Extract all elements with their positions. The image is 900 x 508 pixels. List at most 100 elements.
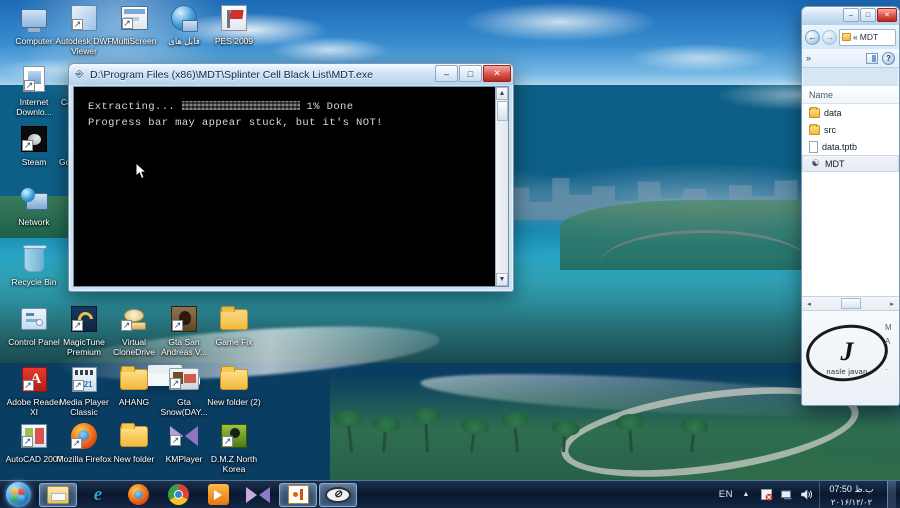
- gtasnow-icon: ↗: [168, 363, 200, 395]
- hscroll-right-button[interactable]: ▸: [886, 298, 898, 310]
- desktop-icon-label: Recycle Bin: [11, 277, 57, 287]
- explorer-horizontal-scrollbar[interactable]: ◂ ▸: [802, 296, 899, 310]
- desktop-icon-pes-2009[interactable]: PES 2009: [203, 2, 265, 46]
- explorer-close-button[interactable]: ✕: [877, 8, 897, 22]
- dwf-icon: ↗: [68, 2, 100, 34]
- clonedrive-icon: ↗: [118, 303, 150, 335]
- desktop-icon-network[interactable]: Network: [3, 183, 65, 227]
- shield-icon[interactable]: [759, 488, 773, 502]
- monitor-icon: [18, 2, 50, 34]
- details-side-text: M A · ·: [885, 321, 897, 377]
- idm-icon: ↗: [18, 63, 50, 95]
- hscroll-thumb[interactable]: [840, 298, 861, 309]
- taskbar-button-internet-explorer[interactable]: e: [79, 483, 117, 507]
- shortcut-arrow-icon: ↗: [24, 80, 35, 91]
- clock-date: ۲۰۱۶/۱۲/۰۲: [830, 496, 873, 507]
- console-minimize-button[interactable]: –: [435, 65, 458, 82]
- file-row[interactable]: data.tptb: [802, 138, 899, 155]
- desktop-icon-d-m-z-north-korea[interactable]: ↗ D.M.Z North Korea: [203, 420, 265, 474]
- taskbar-button-google-chrome[interactable]: [159, 483, 197, 507]
- language-indicator[interactable]: EN: [719, 489, 733, 500]
- chrome-icon: [167, 484, 189, 505]
- console-line-1-prefix: Extracting...: [88, 101, 176, 113]
- console-scroll-down-button[interactable]: ▼: [496, 273, 508, 286]
- mpc-icon: 21 ↗: [68, 363, 100, 395]
- details-side-line-4: ·: [885, 365, 888, 374]
- gtasa-icon: ↗: [168, 303, 200, 335]
- explorer-titlebar[interactable]: – □ ✕: [802, 7, 899, 25]
- network-icon[interactable]: [779, 488, 793, 502]
- console-maximize-button[interactable]: □: [459, 65, 482, 82]
- folder-icon: [218, 303, 250, 335]
- file-row[interactable]: src: [802, 121, 899, 138]
- change-view-icon[interactable]: [866, 52, 878, 64]
- taskbar-button-media-player[interactable]: [199, 483, 237, 507]
- desktop-icon-game-fix[interactable]: Game Fix: [203, 303, 265, 347]
- ie-icon: e: [93, 483, 103, 505]
- forward-button[interactable]: →: [822, 29, 837, 45]
- folder-icon: [809, 123, 820, 135]
- console-window-buttons: – □ ✕: [435, 65, 511, 82]
- explorer-window[interactable]: – □ ✕ ← → « MDT » ? Name data src data.tpt…: [801, 6, 900, 406]
- clock[interactable]: 07:50 ب.ظ ۲۰۱۶/۱۲/۰۲: [819, 481, 877, 508]
- file-name: src: [824, 124, 836, 135]
- taskbar: e ⊘ EN ▲ 07:50 ب.ظ ۲۰۱۶/۱۲/۰۲: [0, 480, 900, 508]
- folder-icon: [809, 106, 820, 118]
- organize-overflow-button[interactable]: »: [806, 53, 811, 63]
- shortcut-arrow-icon: ↗: [72, 320, 83, 331]
- speaker-icon[interactable]: [799, 488, 813, 502]
- recycle-icon: [18, 243, 50, 275]
- system-tray: EN ▲ 07:50 ب.ظ ۲۰۱۶/۱۲/۰۲: [719, 481, 900, 508]
- folder-icon: [218, 363, 250, 395]
- shortcut-arrow-icon: ↗: [71, 438, 82, 449]
- file-name: MDT: [825, 158, 845, 169]
- console-window-title: D:\Program Files (x86)\MDT\Splinter Cell…: [90, 68, 373, 81]
- taskbar-button-nasle-javan-app[interactable]: ⊘: [319, 482, 357, 507]
- console-vertical-scrollbar[interactable]: ▲ ▼: [495, 87, 508, 286]
- magictune-icon: ↗: [68, 303, 100, 335]
- console-window[interactable]: ⎆ D:\Program Files (x86)\MDT\Splinter Ce…: [68, 63, 514, 292]
- taskbar-button-kmplayer[interactable]: [239, 483, 277, 507]
- console-scroll-thumb[interactable]: [497, 101, 508, 121]
- back-button[interactable]: ←: [805, 29, 820, 45]
- autocad-icon: ↗: [18, 420, 50, 452]
- desktop-icon-label: D.M.Z North Korea: [210, 454, 258, 474]
- dmz-icon: ↗: [218, 420, 250, 452]
- console-output-area[interactable]: Extracting... 1% Done Progress bar may a…: [73, 86, 509, 287]
- desktop-icon-label: Network: [18, 217, 50, 227]
- shortcut-arrow-icon: ↗: [170, 378, 181, 389]
- shortcut-arrow-icon: ↗: [170, 435, 181, 446]
- explorer-window-buttons: – □ ✕: [843, 8, 897, 22]
- console-close-button[interactable]: ✕: [483, 65, 511, 82]
- logo-caption: nasle javan: [826, 367, 868, 376]
- taskbar-button-mdt-console[interactable]: [279, 482, 317, 507]
- show-desktop-button[interactable]: [887, 481, 896, 508]
- windows-logo-icon: [5, 482, 31, 507]
- explorer-minimize-button[interactable]: –: [843, 8, 859, 22]
- address-bar[interactable]: « MDT: [839, 28, 896, 46]
- help-icon[interactable]: ?: [882, 51, 895, 65]
- file-row[interactable]: data: [802, 104, 899, 121]
- hscroll-left-button[interactable]: ◂: [803, 298, 815, 310]
- taskbar-button-windows-explorer[interactable]: [39, 482, 77, 507]
- file-row[interactable]: ☯ MDT: [802, 155, 899, 172]
- desktop-icon-label: Game Fix: [215, 337, 253, 347]
- shortcut-arrow-icon: ↗: [72, 379, 84, 391]
- console-scroll-up-button[interactable]: ▲: [496, 87, 508, 100]
- explorer-file-list[interactable]: Name data src data.tptb ☯ MDT: [802, 86, 899, 310]
- explorer-maximize-button[interactable]: □: [860, 8, 876, 22]
- start-button[interactable]: [1, 482, 35, 508]
- taskbar-button-mozilla-firefox[interactable]: [119, 483, 157, 507]
- console-titlebar[interactable]: ⎆ D:\Program Files (x86)\MDT\Splinter Ce…: [69, 64, 513, 85]
- firefox-icon: [127, 484, 149, 505]
- column-header-name[interactable]: Name: [802, 86, 899, 104]
- network-icon: [18, 183, 50, 215]
- desktop-icon-recycle-bin[interactable]: Recycle Bin: [3, 243, 65, 287]
- show-hidden-icons-icon[interactable]: ▲: [739, 488, 753, 502]
- console-icon: ⎆: [75, 69, 84, 80]
- desktop-icon-new-folder-2[interactable]: New folder (2): [203, 363, 265, 407]
- shortcut-arrow-icon: ↗: [172, 320, 183, 331]
- app-icon: ☯: [811, 158, 820, 168]
- kmplayer-icon: ↗: [168, 420, 200, 452]
- explorer-toolbar: » ?: [802, 49, 899, 68]
